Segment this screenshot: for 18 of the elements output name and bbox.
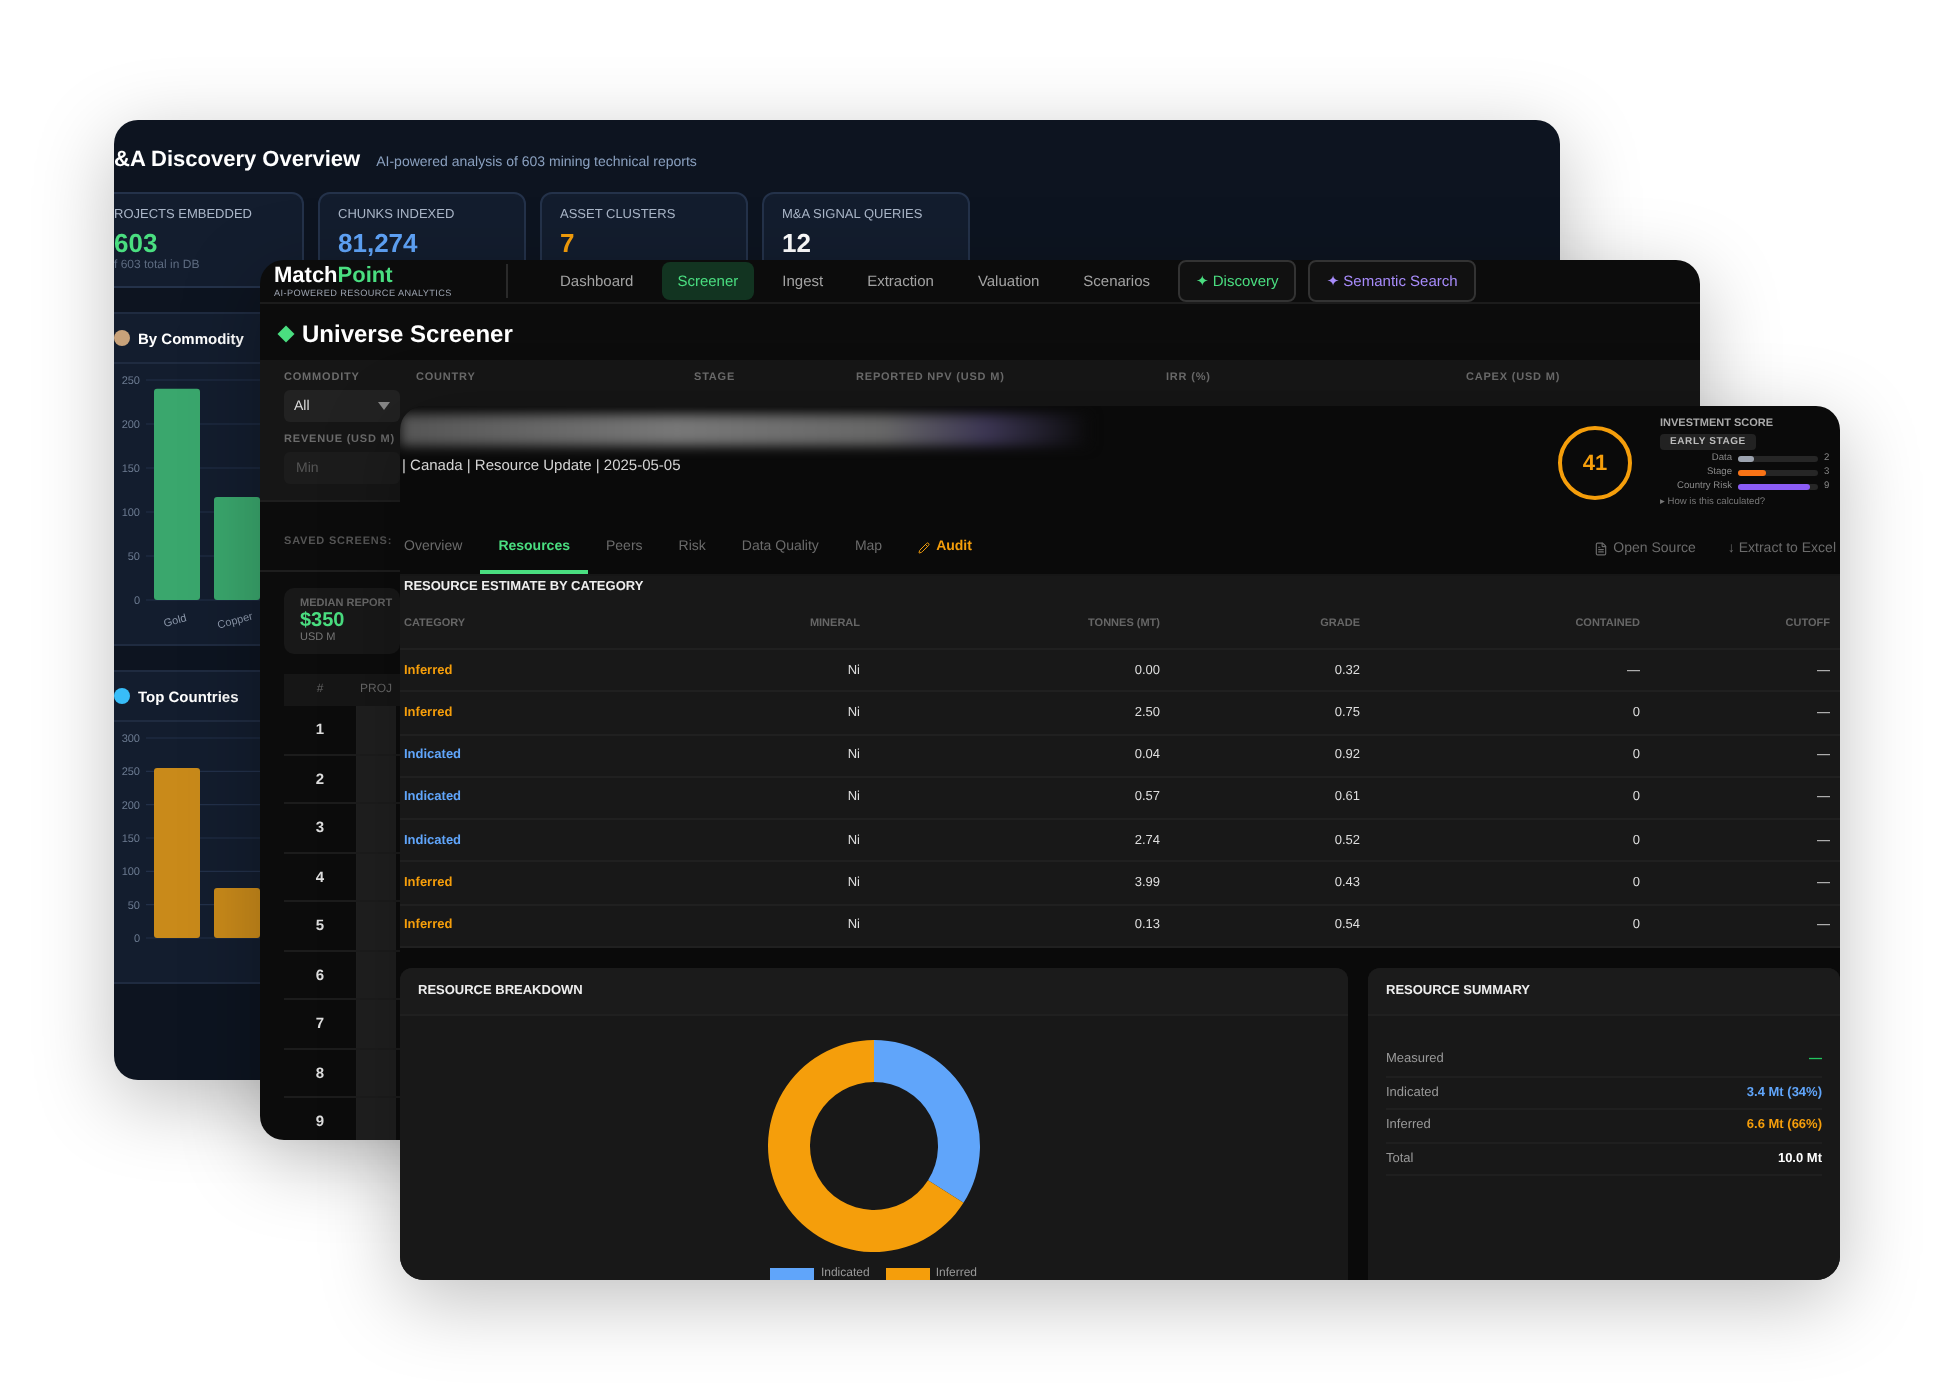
pencil-icon — [918, 541, 931, 554]
stat-value: 603 — [114, 228, 160, 258]
document-icon — [1593, 542, 1608, 557]
logo: MatchPoint — [274, 264, 395, 288]
page-title: Universe Screener — [302, 320, 513, 348]
stat-value: 81,274 — [338, 228, 420, 258]
stat-value: 12 — [782, 228, 813, 258]
metric-value: $350 — [300, 610, 345, 632]
bar — [214, 888, 260, 938]
legend-swatch — [885, 1268, 930, 1280]
bar — [214, 497, 260, 600]
caret-icon — [378, 402, 390, 410]
score-ring: 41 — [1558, 426, 1632, 500]
panel-icon — [114, 330, 130, 346]
page-title: &A Discovery Overview — [114, 148, 361, 172]
panel-icon — [114, 688, 130, 704]
legend-swatch — [770, 1268, 815, 1280]
stat-value: 7 — [560, 228, 577, 258]
